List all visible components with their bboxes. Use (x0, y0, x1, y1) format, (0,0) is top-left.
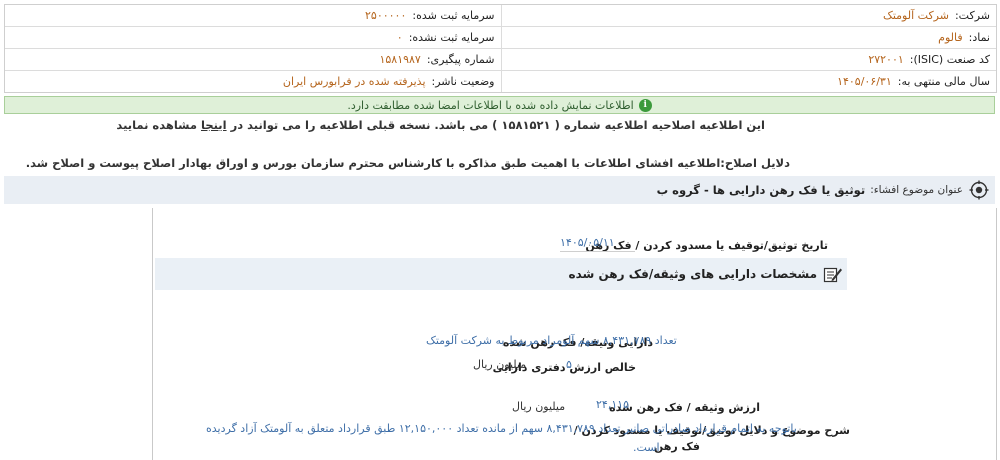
publisher-status-cell: وضعیت ناشر: پذیرفته شده در فرابورس ایران (5, 71, 501, 92)
fiscal-year-value: ۱۴۰۵/۰۶/۳۱ (837, 75, 892, 88)
symbol-value: فالوم (938, 31, 963, 44)
publisher-status-label: وضعیت ناشر: (431, 75, 495, 88)
unregistered-capital-label: سرمایه ثبت نشده: (408, 31, 495, 44)
company-value: شرکت آلومتک (883, 9, 949, 22)
correction-notice-text: این اطلاعیه اصلاحیه اطلاعیه شماره ( ۱۵۸۱… (230, 118, 765, 132)
isic-label: کد صنعت (ISIC): (909, 53, 990, 66)
disclosure-title-bar: عنوان موضوع افشاء: توثیق یا فک رهن دارای… (4, 176, 995, 204)
disclosure-title-label: عنوان موضوع افشاء: (870, 184, 963, 196)
company-info-table: شرکت: شرکت آلومتک سرمایه ثبت شده: ۲۵۰۰۰۰… (4, 4, 997, 93)
company-info-row-1: شرکت: شرکت آلومتک سرمایه ثبت شده: ۲۵۰۰۰۰… (5, 5, 996, 27)
correction-notice-tail: مشاهده نمایید (116, 118, 197, 132)
collateral-value-label: ارزش وثیقه / فک رهن شده (609, 401, 760, 414)
company-info-row-4: سال مالی منتهی به: ۱۴۰۵/۰۶/۳۱ وضعیت ناشر… (5, 71, 996, 92)
correction-reason: دلایل اصلاح:اطلاعیه افشای اطلاعات با اهم… (25, 156, 790, 170)
fiscal-year-cell: سال مالی منتهی به: ۱۴۰۵/۰۶/۳۱ (500, 71, 997, 92)
isic-value: ۲۷۲۰۰۱ (868, 53, 904, 66)
edit-icon (823, 267, 842, 283)
info-circle-icon: i (638, 98, 652, 112)
previous-version-link[interactable]: اینجا (201, 118, 227, 132)
tracking-value: ۱۵۸۱۹۸۷ (379, 53, 421, 66)
registered-capital-cell: سرمایه ثبت شده: ۲۵۰۰۰۰۰ (5, 5, 501, 26)
unregistered-capital-cell: سرمایه ثبت نشده: ۰ (5, 27, 501, 48)
collateral-value-value: ۲۴,۱۱۵ (596, 398, 630, 411)
fiscal-year-label: سال مالی منتهی به: (897, 75, 990, 88)
registered-capital-value: ۲۵۰۰۰۰۰ (365, 9, 407, 22)
asset-value: تعداد ۸,۴۳۱,۷۸۹ سهم آلومراد مربوط به شرک… (426, 334, 677, 347)
publisher-status-value: پذیرفته شده در فرابورس ایران (282, 75, 426, 88)
company-info-row-2: نماد: فالوم سرمایه ثبت نشده: ۰ (5, 27, 996, 49)
description-label-line2: فک رهن (653, 440, 700, 453)
verification-banner: i اطلاعات نمایش داده شده با اطلاعات امضا… (4, 96, 995, 114)
symbol-cell: نماد: فالوم (500, 27, 997, 48)
date-value: ۱۴۰۵/۰۵/۱۱ (560, 236, 635, 252)
correction-notice: این اطلاعیه اصلاحیه اطلاعیه شماره ( ۱۵۸۱… (116, 118, 765, 132)
registered-capital-label: سرمایه ثبت شده: (412, 9, 495, 22)
company-info-row-3: کد صنعت (ISIC): ۲۷۲۰۰۱ شماره پیگیری: ۱۵۸… (5, 49, 996, 71)
company-label: شرکت: (954, 9, 990, 22)
book-value-unit: میلیون ریال (473, 358, 527, 371)
symbol-label: نماد: (968, 31, 990, 44)
unregistered-capital-value: ۰ (396, 31, 403, 44)
isic-cell: کد صنعت (ISIC): ۲۷۲۰۰۱ (500, 49, 997, 70)
tracking-label: شماره پیگیری: (426, 53, 495, 66)
description-value-line2: است. (633, 441, 660, 454)
tracking-cell: شماره پیگیری: ۱۵۸۱۹۸۷ (5, 49, 501, 70)
company-cell: شرکت: شرکت آلومتک (500, 5, 997, 26)
collateral-value-unit: میلیون ریال (512, 400, 566, 413)
verification-message: اطلاعات نمایش داده شده با اطلاعات امضا ش… (347, 98, 634, 112)
description-value-line1: باتوجه به اتمام قرارداد صادراتی صانیر تع… (206, 422, 797, 435)
collateral-assets-section-title: مشخصات دارایی های وثیقه/فک رهن شده (568, 267, 817, 281)
disclosure-title-value: توثیق یا فک رهن دارایی ها - گروه ب (656, 183, 866, 197)
book-value-value: ۵ (566, 358, 572, 371)
target-icon (969, 180, 989, 200)
collateral-assets-section-header: مشخصات دارایی های وثیقه/فک رهن شده (155, 258, 847, 290)
